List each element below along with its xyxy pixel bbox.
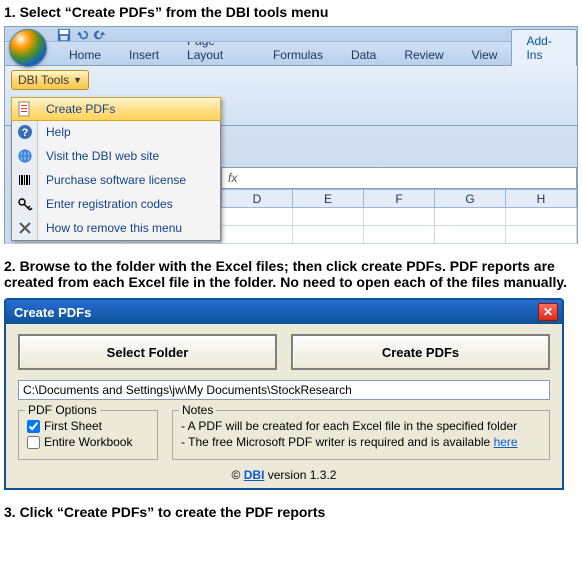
notes-group: Notes - A PDF will be created for each E… bbox=[172, 410, 550, 460]
chevron-down-icon: ▼ bbox=[73, 75, 82, 85]
notes-legend: Notes bbox=[179, 403, 216, 417]
col-header-g[interactable]: G bbox=[435, 190, 506, 208]
first-sheet-checkbox[interactable] bbox=[27, 420, 40, 433]
svg-text:?: ? bbox=[21, 127, 28, 139]
step3-heading: 3. Click “Create PDFs” to create the PDF… bbox=[4, 504, 578, 520]
menu-label: Create PDFs bbox=[38, 102, 115, 116]
step2-heading: 2. Browse to the folder with the Excel f… bbox=[4, 258, 578, 290]
barcode-icon bbox=[17, 172, 33, 188]
help-icon: ? bbox=[17, 124, 33, 140]
menu-label: Purchase software license bbox=[38, 173, 186, 187]
dialog-body: Select Folder Create PDFs PDF Options Fi… bbox=[6, 324, 562, 488]
formula-bar[interactable]: fx bbox=[221, 167, 577, 189]
footer-version: version 1.3.2 bbox=[264, 468, 336, 482]
redo-icon[interactable] bbox=[93, 28, 107, 42]
dialog-title: Create PDFs bbox=[14, 305, 91, 320]
close-button[interactable]: ✕ bbox=[538, 303, 558, 321]
excel-ribbon-area: Home Insert Page Layout Formulas Data Re… bbox=[4, 26, 578, 244]
entire-workbook-option[interactable]: Entire Workbook bbox=[27, 435, 149, 449]
pdf-icon bbox=[17, 101, 33, 117]
tab-insert[interactable]: Insert bbox=[115, 44, 173, 65]
dialog-titlebar[interactable]: Create PDFs ✕ bbox=[6, 300, 562, 324]
first-sheet-label: First Sheet bbox=[44, 419, 102, 433]
dbi-tools-menu: Create PDFs ? Help Visit the DBI web sit… bbox=[11, 97, 221, 241]
create-pdfs-button[interactable]: Create PDFs bbox=[291, 334, 550, 370]
office-button[interactable] bbox=[9, 29, 47, 67]
key-icon bbox=[17, 196, 33, 212]
save-icon[interactable] bbox=[57, 28, 71, 42]
tab-view[interactable]: View bbox=[458, 44, 512, 65]
quick-access-toolbar bbox=[5, 27, 577, 42]
dbi-tools-label: DBI Tools bbox=[18, 73, 69, 87]
menu-create-pdfs[interactable]: Create PDFs bbox=[11, 97, 221, 121]
pdf-writer-link[interactable]: here bbox=[494, 435, 518, 449]
note-2-text: - The free Microsoft PDF writer is requi… bbox=[181, 435, 494, 449]
menu-purchase[interactable]: Purchase software license bbox=[12, 168, 220, 192]
menu-help[interactable]: ? Help bbox=[12, 120, 220, 144]
close-icon bbox=[17, 220, 33, 236]
entire-workbook-label: Entire Workbook bbox=[44, 435, 132, 449]
dbi-link[interactable]: DBI bbox=[244, 468, 265, 482]
first-sheet-option[interactable]: First Sheet bbox=[27, 419, 149, 433]
dialog-footer: © DBI version 1.3.2 bbox=[18, 468, 550, 482]
menu-enter-codes[interactable]: Enter registration codes bbox=[12, 192, 220, 216]
dbi-tools-button[interactable]: DBI Tools ▼ bbox=[11, 70, 89, 90]
menu-label: How to remove this menu bbox=[38, 221, 182, 235]
menu-visit-website[interactable]: Visit the DBI web site bbox=[12, 144, 220, 168]
ribbon-tabs: Home Insert Page Layout Formulas Data Re… bbox=[5, 42, 577, 66]
folder-path-input[interactable] bbox=[18, 380, 550, 400]
entire-workbook-checkbox[interactable] bbox=[27, 436, 40, 449]
pdf-options-legend: PDF Options bbox=[25, 403, 100, 417]
close-icon: ✕ bbox=[543, 305, 553, 319]
pdf-options-group: PDF Options First Sheet Entire Workbook bbox=[18, 410, 158, 460]
col-header-h[interactable]: H bbox=[506, 190, 577, 208]
note-1: - A PDF will be created for each Excel f… bbox=[181, 419, 541, 433]
note-2: - The free Microsoft PDF writer is requi… bbox=[181, 435, 541, 449]
fx-label: fx bbox=[228, 171, 237, 185]
tab-data[interactable]: Data bbox=[337, 44, 390, 65]
tab-addins[interactable]: Add-Ins bbox=[511, 29, 577, 66]
col-header-d[interactable]: D bbox=[222, 190, 293, 208]
globe-icon bbox=[17, 148, 33, 164]
create-pdfs-dialog: Create PDFs ✕ Select Folder Create PDFs … bbox=[4, 298, 564, 490]
col-header-f[interactable]: F bbox=[364, 190, 435, 208]
tab-review[interactable]: Review bbox=[390, 44, 457, 65]
col-header-e[interactable]: E bbox=[293, 190, 364, 208]
tab-formulas[interactable]: Formulas bbox=[259, 44, 337, 65]
step1-heading: 1. Select “Create PDFs” from the DBI too… bbox=[4, 4, 578, 20]
menu-remove[interactable]: How to remove this menu bbox=[12, 216, 220, 240]
menu-label: Enter registration codes bbox=[38, 197, 173, 211]
select-folder-button[interactable]: Select Folder bbox=[18, 334, 277, 370]
footer-copyright: © bbox=[232, 468, 244, 482]
undo-icon[interactable] bbox=[75, 28, 89, 42]
worksheet-grid[interactable]: D E F G H bbox=[221, 189, 577, 244]
tab-home[interactable]: Home bbox=[55, 44, 115, 65]
menu-label: Visit the DBI web site bbox=[38, 149, 159, 163]
menu-label: Help bbox=[38, 125, 71, 139]
